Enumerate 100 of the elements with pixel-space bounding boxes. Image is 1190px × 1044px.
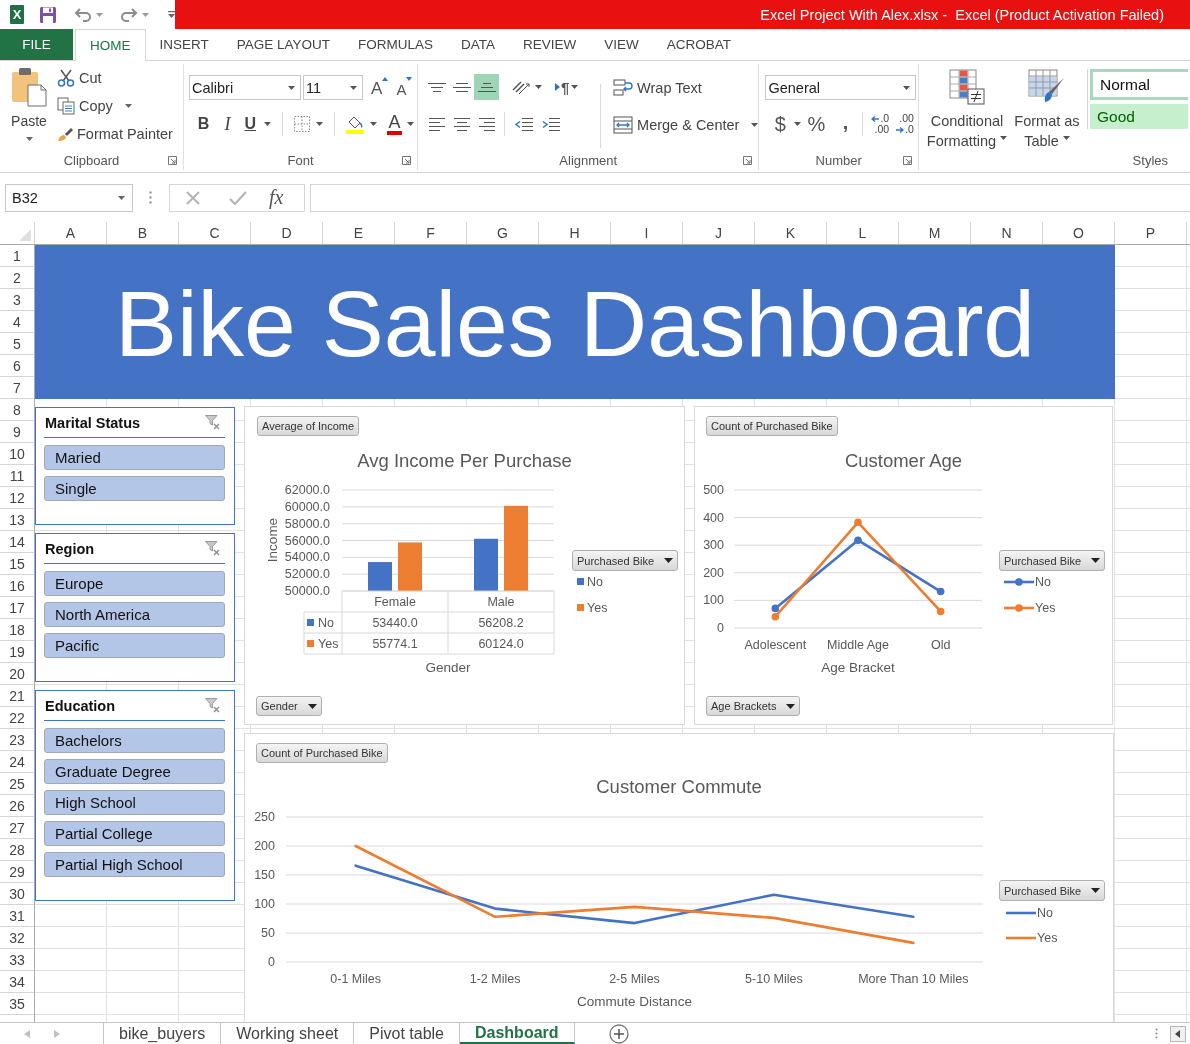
row-header[interactable]: 30 bbox=[0, 883, 34, 905]
ribbon-tab[interactable]: VIEW bbox=[590, 29, 653, 60]
cell-style-option[interactable]: Normal bbox=[1090, 69, 1188, 100]
column-header[interactable]: P bbox=[1115, 222, 1187, 244]
paint-bucket-icon[interactable] bbox=[344, 114, 365, 134]
merge-center-button[interactable]: Merge & Center bbox=[613, 111, 759, 139]
row-header[interactable]: 13 bbox=[0, 509, 34, 531]
save-icon[interactable] bbox=[39, 5, 57, 24]
caret-icon[interactable] bbox=[571, 85, 579, 89]
field-button[interactable]: Count of Purchased Bike bbox=[706, 416, 838, 436]
ribbon-tab[interactable]: DATA bbox=[447, 29, 510, 60]
field-button[interactable]: Gender bbox=[256, 696, 322, 716]
sheet-tab[interactable]: Pivot table bbox=[354, 1023, 460, 1044]
row-header[interactable]: 35 bbox=[0, 993, 34, 1015]
ribbon-tab[interactable]: ACROBAT bbox=[652, 29, 746, 60]
row-header[interactable]: 17 bbox=[0, 597, 34, 619]
column-header[interactable]: N bbox=[971, 222, 1043, 244]
dialog-launcher-icon[interactable] bbox=[743, 155, 753, 165]
row-header[interactable]: 10 bbox=[0, 443, 34, 465]
slicer-item[interactable]: Graduate Degree bbox=[44, 759, 225, 784]
row-header[interactable]: 3 bbox=[0, 289, 34, 311]
scroll-left-icon[interactable] bbox=[1170, 1025, 1186, 1042]
caret-icon[interactable] bbox=[263, 122, 271, 126]
row-header[interactable]: 19 bbox=[0, 641, 34, 663]
slicer-item[interactable]: Bachelors bbox=[44, 728, 225, 753]
conditional-formatting-button[interactable]: Conditional Formatting bbox=[923, 69, 1011, 151]
sheet-tab[interactable]: bike_buyers bbox=[104, 1023, 222, 1044]
clear-filter-icon[interactable] bbox=[205, 541, 221, 556]
ribbon-tab[interactable]: INSERT bbox=[145, 29, 223, 60]
ribbon-tab[interactable]: REVIEW bbox=[509, 29, 591, 60]
row-header[interactable]: 21 bbox=[0, 685, 34, 707]
grip-icon[interactable] bbox=[1155, 1028, 1158, 1039]
column-header[interactable]: J bbox=[683, 222, 755, 244]
dialog-launcher-icon[interactable] bbox=[903, 155, 912, 165]
italic-button[interactable]: I bbox=[218, 112, 236, 136]
clear-filter-icon[interactable] bbox=[205, 415, 221, 430]
row-header[interactable]: 28 bbox=[0, 839, 34, 861]
ribbon-tab[interactable]: FORMULAS bbox=[344, 29, 448, 60]
row-header[interactable]: 9 bbox=[0, 421, 34, 443]
copy-button[interactable]: Copy bbox=[57, 92, 173, 120]
ribbon-tab[interactable]: PAGE LAYOUT bbox=[222, 29, 345, 60]
row-header[interactable]: 31 bbox=[0, 905, 34, 927]
bold-button[interactable]: B bbox=[195, 112, 212, 136]
row-header[interactable]: 4 bbox=[0, 311, 34, 333]
row-header[interactable]: 8 bbox=[0, 399, 34, 421]
column-header[interactable]: C bbox=[179, 222, 251, 244]
column-header[interactable]: K bbox=[755, 222, 827, 244]
slicer-item[interactable]: Partial College bbox=[44, 821, 225, 846]
row-header[interactable]: 25 bbox=[0, 773, 34, 795]
row-header[interactable]: 22 bbox=[0, 707, 34, 729]
slicer-item[interactable]: High School bbox=[44, 790, 225, 815]
row-header[interactable]: 29 bbox=[0, 861, 34, 883]
format-as-table-button[interactable]: Format as Table bbox=[1011, 69, 1083, 151]
field-button[interactable]: Purchased Bike bbox=[999, 880, 1106, 901]
slicer-item[interactable]: North America bbox=[44, 602, 225, 627]
font-color-button[interactable]: A bbox=[386, 113, 403, 135]
field-button[interactable]: Purchased Bike bbox=[572, 550, 679, 571]
add-sheet-icon[interactable] bbox=[608, 1023, 629, 1044]
field-button[interactable]: Age Brackets bbox=[706, 696, 801, 716]
row-header[interactable]: 12 bbox=[0, 487, 34, 509]
cell-style-option[interactable]: Good bbox=[1090, 104, 1188, 129]
bottom-align-button[interactable] bbox=[474, 74, 500, 100]
caret-icon[interactable] bbox=[535, 85, 543, 89]
row-header[interactable]: 7 bbox=[0, 377, 34, 399]
slicer-item[interactable]: Single bbox=[44, 476, 225, 501]
underline-button[interactable]: U bbox=[241, 112, 259, 136]
percent-button[interactable]: % bbox=[807, 112, 826, 136]
row-header[interactable]: 18 bbox=[0, 619, 34, 641]
column-header[interactable]: O bbox=[1043, 222, 1115, 244]
column-header[interactable]: H bbox=[539, 222, 611, 244]
paste-button[interactable]: Paste bbox=[9, 67, 49, 151]
clear-filter-icon[interactable] bbox=[205, 698, 221, 713]
field-button[interactable]: Average of Income bbox=[257, 416, 360, 436]
row-header[interactable]: 15 bbox=[0, 553, 34, 575]
grow-font-button[interactable]: A bbox=[371, 76, 389, 99]
checkmark-icon[interactable] bbox=[229, 189, 247, 206]
cut-button[interactable]: Cut bbox=[57, 64, 173, 92]
row-header[interactable]: 34 bbox=[0, 971, 34, 993]
borders-icon[interactable] bbox=[292, 115, 311, 133]
text-direction-button[interactable]: ¶ bbox=[555, 78, 570, 96]
dialog-launcher-icon[interactable] bbox=[168, 155, 178, 165]
column-header[interactable]: E bbox=[323, 222, 395, 244]
row-header[interactable]: 32 bbox=[0, 927, 34, 949]
slicer-item[interactable]: Partial High School bbox=[44, 852, 225, 877]
row-header[interactable]: 11 bbox=[0, 465, 34, 487]
slicer-item[interactable]: Maried bbox=[44, 445, 225, 470]
decrease-indent-icon[interactable] bbox=[514, 117, 535, 131]
formula-input[interactable] bbox=[310, 183, 1190, 212]
number-format-dropdown[interactable]: General bbox=[765, 75, 917, 100]
file-menu-tab[interactable]: FILE bbox=[0, 29, 73, 60]
row-header[interactable]: 20 bbox=[0, 663, 34, 685]
field-button[interactable]: Purchased Bike bbox=[999, 550, 1106, 571]
customize-icon[interactable] bbox=[168, 11, 175, 18]
increase-indent-icon[interactable] bbox=[541, 117, 562, 131]
align-center-icon[interactable] bbox=[453, 117, 472, 131]
row-header[interactable]: 14 bbox=[0, 531, 34, 553]
row-header[interactable]: 27 bbox=[0, 817, 34, 839]
app-logo[interactable]: X bbox=[10, 5, 24, 24]
undo-icon[interactable] bbox=[73, 7, 93, 22]
row-header[interactable]: 33 bbox=[0, 949, 34, 971]
